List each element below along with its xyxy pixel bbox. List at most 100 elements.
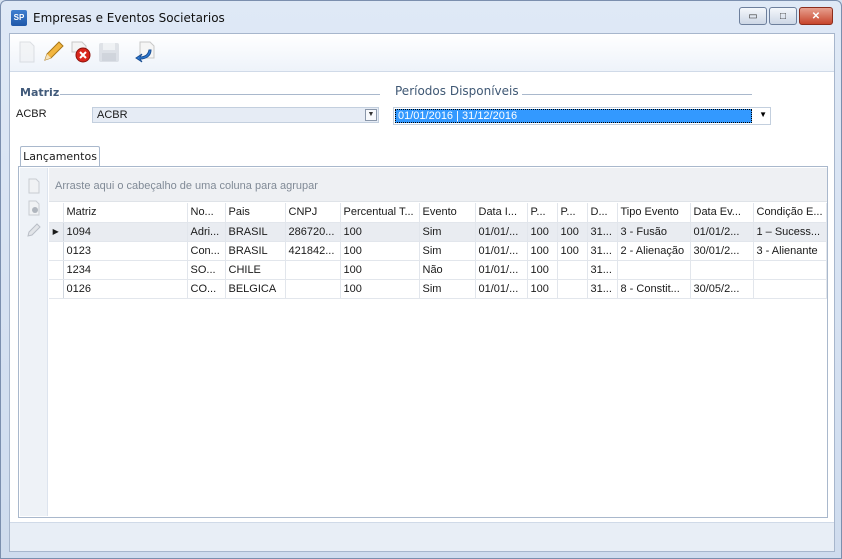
column-header[interactable]: P... — [557, 203, 588, 223]
table-cell[interactable]: 31... — [587, 279, 618, 299]
periodos-dropdown[interactable]: 01/01/2016 | 31/12/2016 ▼ — [393, 107, 771, 125]
table-cell[interactable]: Sim — [419, 241, 476, 261]
table-cell[interactable]: 31... — [587, 241, 618, 261]
column-header[interactable]: Pais — [225, 203, 286, 223]
table-cell[interactable] — [753, 279, 827, 299]
table-cell[interactable]: BRASIL — [225, 222, 286, 242]
table-cell[interactable]: Sim — [419, 279, 476, 299]
table-cell[interactable]: 100 — [340, 222, 420, 242]
table-row[interactable]: ▶ 1094 Adri... BRASIL 286720... 100 Sim … — [49, 222, 827, 242]
toolbar — [10, 34, 834, 72]
row-indicator[interactable] — [49, 260, 64, 280]
table-cell[interactable]: 01/01/... — [475, 241, 528, 261]
column-header[interactable]: Matriz — [63, 203, 188, 223]
tab-panel-lancamentos: Arraste aqui o cabeçalho de uma coluna p… — [18, 166, 828, 518]
table-row[interactable]: 0123 Con... BRASIL 421842... 100 Sim 01/… — [49, 241, 827, 261]
table-header-row: Matriz No... Pais CNPJ Percentual T... E… — [49, 203, 827, 223]
column-header[interactable]: Data Ev... — [690, 203, 754, 223]
column-header[interactable]: D... — [587, 203, 618, 223]
edit-button[interactable] — [40, 38, 66, 66]
table-cell[interactable]: BRASIL — [225, 241, 286, 261]
tab-lancamentos[interactable]: Lançamentos — [20, 146, 100, 167]
table-cell[interactable]: Não — [419, 260, 476, 280]
column-header[interactable]: P... — [527, 203, 558, 223]
row-indicator[interactable] — [49, 279, 64, 299]
table-cell[interactable]: 421842... — [285, 241, 341, 261]
table-cell[interactable]: 286720... — [285, 222, 341, 242]
matriz-code: ACBR — [16, 108, 47, 120]
table-cell[interactable]: 2 - Alienação — [617, 241, 691, 261]
table-cell[interactable]: SO... — [187, 260, 226, 280]
delete-button[interactable] — [68, 38, 94, 66]
column-header[interactable]: Percentual T... — [340, 203, 420, 223]
table-cell[interactable]: 01/01/... — [475, 222, 528, 242]
table-cell[interactable]: 100 — [340, 260, 420, 280]
new-record-icon[interactable] — [26, 178, 42, 194]
matriz-combo[interactable]: ACBR ▼ — [92, 107, 379, 123]
delete-record-icon[interactable] — [26, 200, 42, 216]
table-cell[interactable]: 100 — [527, 279, 558, 299]
table-cell[interactable]: 0123 — [63, 241, 188, 261]
table-cell[interactable]: 1234 — [63, 260, 188, 280]
table-cell[interactable]: 100 — [340, 279, 420, 299]
periodos-selected-value[interactable]: 01/01/2016 | 31/12/2016 — [395, 109, 752, 123]
row-indicator[interactable] — [49, 241, 64, 261]
table-cell[interactable] — [285, 279, 341, 299]
table-cell[interactable] — [753, 260, 827, 280]
table-row[interactable]: 1234 SO... CHILE 100 Não 01/01/... 100 3… — [49, 260, 827, 280]
table-cell[interactable] — [285, 260, 341, 280]
table-cell[interactable] — [690, 260, 754, 280]
table-cell[interactable]: 3 - Alienante — [753, 241, 827, 261]
table-cell[interactable]: 31... — [587, 260, 618, 280]
table-cell[interactable]: Sim — [419, 222, 476, 242]
close-button[interactable]: ✕ — [799, 7, 833, 25]
column-header[interactable]: Data I... — [475, 203, 528, 223]
table-cell[interactable]: 01/01/2... — [690, 222, 754, 242]
table-cell[interactable]: 31... — [587, 222, 618, 242]
save-icon — [99, 43, 119, 62]
table-cell[interactable]: 1094 — [63, 222, 188, 242]
table-row[interactable]: 0126 CO... BELGICA 100 Sim 01/01/... 100… — [49, 279, 827, 299]
undo-button[interactable] — [132, 38, 158, 66]
title-bar[interactable]: SP Empresas e Eventos Societarios ▭ □ ✕ — [1, 1, 841, 33]
periodos-label: Períodos Disponíveis — [395, 84, 519, 98]
edit-record-icon[interactable] — [26, 222, 42, 238]
table-cell[interactable]: 01/01/... — [475, 279, 528, 299]
table-cell[interactable]: 100 — [527, 241, 558, 261]
table-cell[interactable] — [557, 279, 588, 299]
table-cell[interactable]: 30/01/2... — [690, 241, 754, 261]
table-cell[interactable]: CO... — [187, 279, 226, 299]
table-cell[interactable]: BELGICA — [225, 279, 286, 299]
table-cell[interactable]: 100 — [557, 241, 588, 261]
table-cell[interactable] — [557, 260, 588, 280]
table-cell[interactable]: CHILE — [225, 260, 286, 280]
column-header[interactable]: No... — [187, 203, 226, 223]
minimize-button[interactable]: ▭ — [739, 7, 767, 25]
column-header[interactable]: CNPJ — [285, 203, 341, 223]
row-selected-indicator-icon[interactable]: ▶ — [49, 222, 64, 242]
column-header[interactable]: Tipo Evento — [617, 203, 691, 223]
table-cell[interactable]: 3 - Fusão — [617, 222, 691, 242]
table-cell[interactable]: 100 — [527, 222, 558, 242]
table-cell[interactable]: 0126 — [63, 279, 188, 299]
column-header[interactable]: Evento — [419, 203, 476, 223]
table-cell[interactable]: 01/01/... — [475, 260, 528, 280]
new-button[interactable] — [14, 38, 40, 66]
maximize-button[interactable]: □ — [769, 7, 797, 25]
table-cell[interactable]: 100 — [557, 222, 588, 242]
chevron-down-icon[interactable]: ▼ — [759, 110, 767, 119]
table-cell[interactable]: Adri... — [187, 222, 226, 242]
column-header[interactable]: Condição E... — [753, 203, 827, 223]
table-cell[interactable]: 1 – Sucess... — [753, 222, 827, 242]
table-cell[interactable]: 100 — [340, 241, 420, 261]
chevron-down-icon[interactable]: ▼ — [365, 109, 377, 121]
grid-side-toolbar — [20, 168, 48, 516]
table-cell[interactable]: 100 — [527, 260, 558, 280]
table-cell[interactable]: 8 - Constit... — [617, 279, 691, 299]
save-button[interactable] — [96, 38, 122, 66]
table-cell[interactable]: Con... — [187, 241, 226, 261]
table-cell[interactable] — [617, 260, 691, 280]
group-by-panel[interactable]: Arraste aqui o cabeçalho de uma coluna p… — [49, 168, 827, 202]
table-cell[interactable]: 30/05/2... — [690, 279, 754, 299]
lancamentos-table: Matriz No... Pais CNPJ Percentual T... E… — [49, 203, 827, 299]
